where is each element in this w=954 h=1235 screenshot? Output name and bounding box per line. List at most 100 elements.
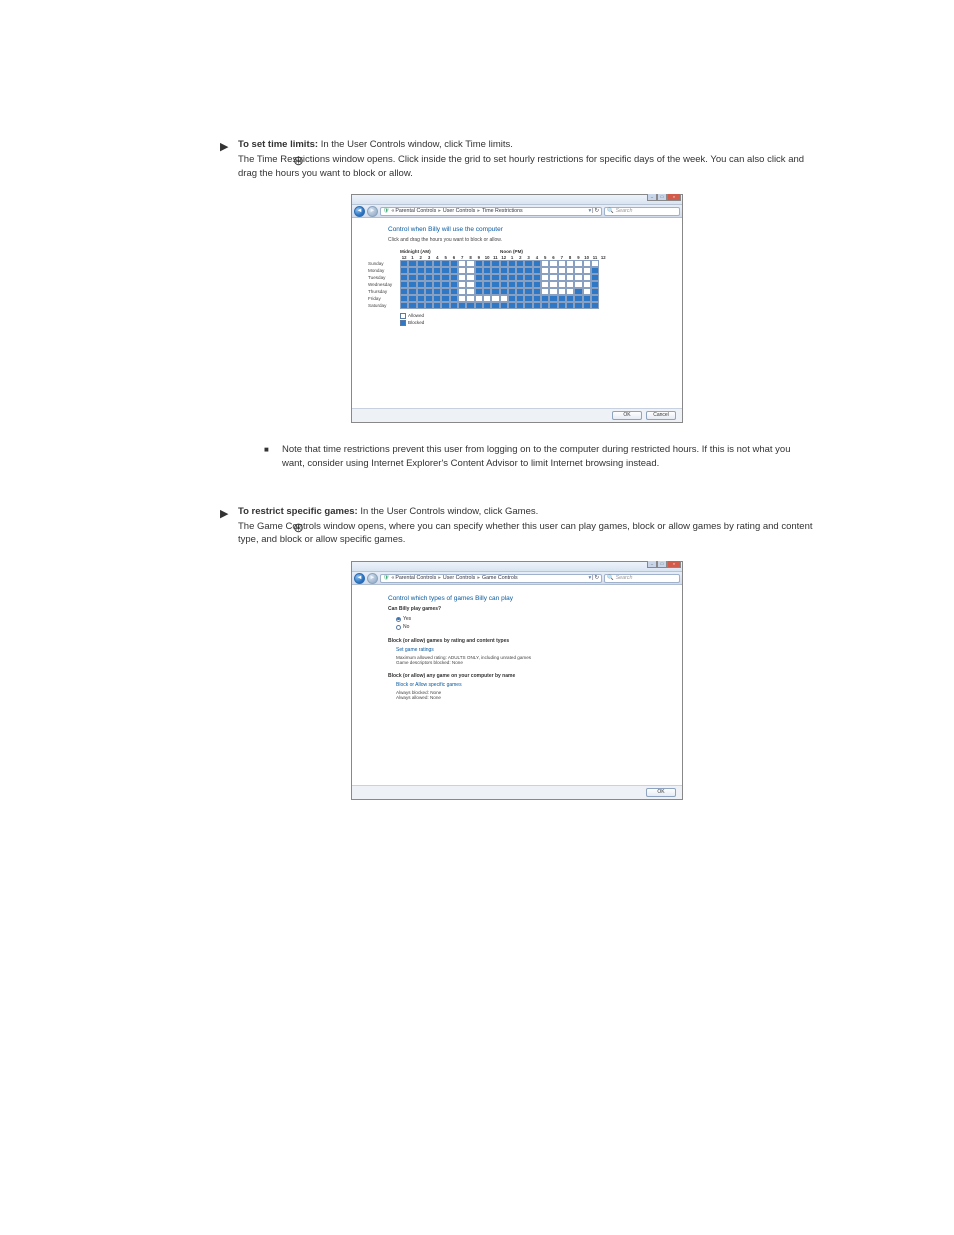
- hour-cell[interactable]: [466, 281, 474, 288]
- hour-cell[interactable]: [508, 274, 516, 281]
- hour-cell[interactable]: [400, 288, 408, 295]
- hour-cell[interactable]: [475, 295, 483, 302]
- hour-cell[interactable]: [441, 267, 449, 274]
- hour-cell[interactable]: [475, 274, 483, 281]
- hour-cell[interactable]: [475, 260, 483, 267]
- hour-cell[interactable]: [533, 260, 541, 267]
- hour-cell[interactable]: [591, 260, 599, 267]
- hour-cell[interactable]: [574, 267, 582, 274]
- hour-cell[interactable]: [524, 267, 532, 274]
- hour-cell[interactable]: [475, 281, 483, 288]
- hour-cell[interactable]: [400, 267, 408, 274]
- hour-cell[interactable]: [483, 267, 491, 274]
- hour-cell[interactable]: [483, 281, 491, 288]
- hour-cell[interactable]: [516, 274, 524, 281]
- hour-cell[interactable]: [549, 274, 557, 281]
- hour-cell[interactable]: [500, 302, 508, 309]
- hour-cell[interactable]: [483, 274, 491, 281]
- hour-cell[interactable]: [549, 302, 557, 309]
- close-button[interactable]: ×: [667, 561, 681, 568]
- hour-cell[interactable]: [433, 260, 441, 267]
- hour-cell[interactable]: [466, 267, 474, 274]
- hour-cell[interactable]: [466, 288, 474, 295]
- hour-cell[interactable]: [574, 260, 582, 267]
- hour-cell[interactable]: [433, 288, 441, 295]
- minimize-button[interactable]: –: [647, 561, 657, 568]
- hour-cell[interactable]: [516, 267, 524, 274]
- hour-cell[interactable]: [458, 260, 466, 267]
- hour-cell[interactable]: [541, 267, 549, 274]
- hour-cell[interactable]: [558, 260, 566, 267]
- search-input[interactable]: 🔍 Search: [604, 207, 680, 216]
- hour-cell[interactable]: [408, 267, 416, 274]
- hour-cell[interactable]: [591, 295, 599, 302]
- hour-cell[interactable]: [425, 302, 433, 309]
- hour-cell[interactable]: [433, 281, 441, 288]
- hour-cell[interactable]: [425, 281, 433, 288]
- hour-cell[interactable]: [574, 274, 582, 281]
- hour-cell[interactable]: [417, 274, 425, 281]
- hour-cell[interactable]: [583, 267, 591, 274]
- hour-cell[interactable]: [466, 302, 474, 309]
- hour-cell[interactable]: [500, 281, 508, 288]
- breadcrumb-gc[interactable]: Game Controls: [482, 575, 518, 581]
- hour-cell[interactable]: [441, 260, 449, 267]
- hour-cell[interactable]: [417, 281, 425, 288]
- breadcrumb[interactable]: 🛡 « Parental Controls ▸ User Controls ▸ …: [380, 207, 602, 216]
- hour-cell[interactable]: [500, 274, 508, 281]
- window-titlebar[interactable]: – □ ×: [352, 562, 682, 572]
- hour-cell[interactable]: [441, 274, 449, 281]
- hour-cell[interactable]: [450, 302, 458, 309]
- hour-cell[interactable]: [516, 295, 524, 302]
- hour-cell[interactable]: [408, 281, 416, 288]
- hour-cell[interactable]: [400, 274, 408, 281]
- hour-cell[interactable]: [417, 302, 425, 309]
- hour-cell[interactable]: [433, 267, 441, 274]
- radio-yes[interactable]: Yes: [396, 616, 664, 622]
- forward-button[interactable]: ►: [367, 573, 378, 584]
- hour-cell[interactable]: [583, 288, 591, 295]
- hour-cell[interactable]: [408, 274, 416, 281]
- maximize-button[interactable]: □: [657, 194, 667, 201]
- hour-cell[interactable]: [466, 274, 474, 281]
- hour-cell[interactable]: [425, 260, 433, 267]
- hour-cell[interactable]: [441, 281, 449, 288]
- search-input[interactable]: 🔍 Search: [604, 574, 680, 583]
- hour-cell[interactable]: [433, 274, 441, 281]
- hour-cell[interactable]: [417, 267, 425, 274]
- hour-cell[interactable]: [500, 260, 508, 267]
- hour-cell[interactable]: [533, 274, 541, 281]
- hour-cell[interactable]: [549, 260, 557, 267]
- hour-cell[interactable]: [558, 288, 566, 295]
- hour-cell[interactable]: [417, 260, 425, 267]
- hour-cell[interactable]: [541, 260, 549, 267]
- hour-cell[interactable]: [516, 260, 524, 267]
- hour-cell[interactable]: [574, 281, 582, 288]
- hour-cell[interactable]: [425, 274, 433, 281]
- hour-cell[interactable]: [425, 295, 433, 302]
- chevron-down-icon[interactable]: ▾: [588, 575, 591, 581]
- hour-cell[interactable]: [508, 295, 516, 302]
- hour-cell[interactable]: [566, 260, 574, 267]
- maximize-button[interactable]: □: [657, 561, 667, 568]
- hour-cell[interactable]: [500, 288, 508, 295]
- breadcrumb-tr[interactable]: Time Restrictions: [482, 208, 523, 214]
- hour-cell[interactable]: [491, 288, 499, 295]
- chevron-down-icon[interactable]: ▾: [588, 208, 591, 214]
- hour-cell[interactable]: [524, 281, 532, 288]
- cancel-button[interactable]: Cancel: [646, 411, 676, 420]
- breadcrumb[interactable]: 🛡 « Parental Controls ▸ User Controls ▸ …: [380, 574, 602, 583]
- hour-cell[interactable]: [441, 295, 449, 302]
- hour-cell[interactable]: [566, 267, 574, 274]
- hour-cell[interactable]: [541, 288, 549, 295]
- hour-cell[interactable]: [458, 274, 466, 281]
- hour-cell[interactable]: [533, 281, 541, 288]
- hour-cell[interactable]: [524, 302, 532, 309]
- hour-cell[interactable]: [591, 267, 599, 274]
- hour-cell[interactable]: [441, 302, 449, 309]
- hour-cell[interactable]: [417, 288, 425, 295]
- hour-cell[interactable]: [566, 281, 574, 288]
- back-button[interactable]: ◄: [354, 206, 365, 217]
- hour-cell[interactable]: [583, 274, 591, 281]
- hour-cell[interactable]: [508, 260, 516, 267]
